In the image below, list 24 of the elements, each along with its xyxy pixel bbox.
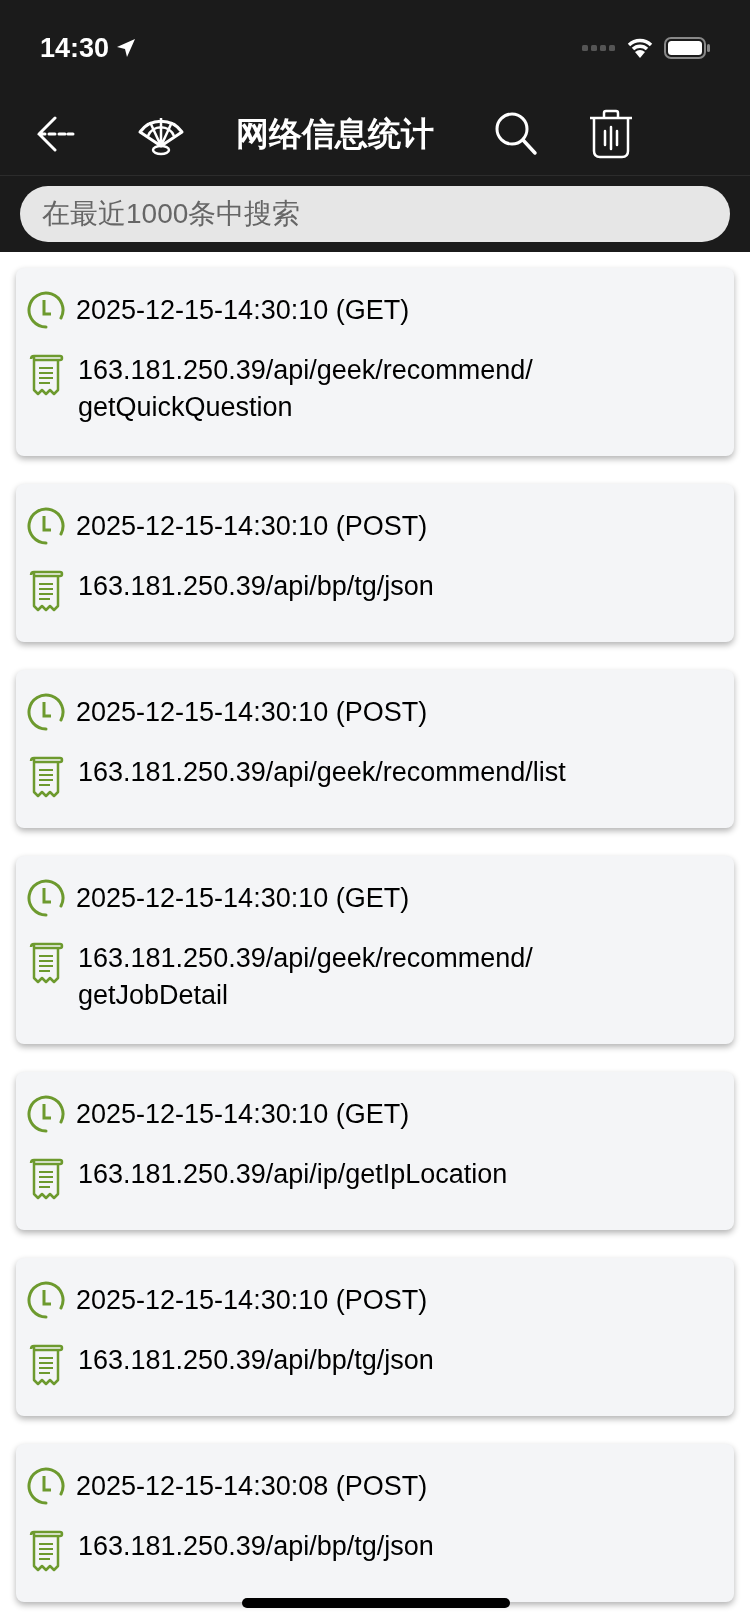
request-url: 163.181.250.39/api/ip/getIpLocation xyxy=(78,1158,508,1191)
request-time: 2025-12-15-14:30:08 (POST) xyxy=(76,1470,428,1503)
request-time: 2025-12-15-14:30:10 (POST) xyxy=(76,510,428,543)
request-time: 2025-12-15-14:30:10 (POST) xyxy=(76,696,428,729)
request-time: 2025-12-15-14:30:10 (GET) xyxy=(76,1098,410,1131)
request-url: 163.181.250.39/api/bp/tg/json xyxy=(78,570,434,603)
request-url: 163.181.250.39/api/bp/tg/json xyxy=(78,1344,434,1377)
request-card[interactable]: 2025-12-15-14:30:10 (POST) 163.181.250.39/api/geek/recommend/list xyxy=(16,670,734,828)
request-card[interactable]: 2025-12-15-14:30:10 (GET) 163.181.250.39/api/geek/recommend/ getJobDetail xyxy=(16,856,734,1044)
request-time: 2025-12-15-14:30:10 (GET) xyxy=(76,882,410,915)
request-card[interactable]: 2025-12-15-14:30:10 (POST) 163.181.250.39/api/bp/tg/json xyxy=(16,484,734,642)
request-time: 2025-12-15-14:30:10 (POST) xyxy=(76,1284,428,1317)
request-card[interactable]: 2025-12-15-14:30:08 (POST) 163.181.250.39/api/bp/tg/json xyxy=(16,1444,734,1602)
request-url: 163.181.250.39/api/geek/recommend/ getQuickQuestion xyxy=(78,354,533,424)
status-time: 14:30 xyxy=(40,31,110,65)
request-url: 163.181.250.39/api/bp/tg/json xyxy=(78,1530,434,1563)
request-card[interactable]: 2025-12-15-14:30:10 (GET) 163.181.250.39/api/geek/recommend/ getQuickQuestion xyxy=(16,268,734,456)
request-card[interactable]: 2025-12-15-14:30:10 (GET) 163.181.250.39/api/ip/getIpLocation xyxy=(16,1072,734,1230)
search-field[interactable]: 在最近1000条中搜索 xyxy=(20,186,730,242)
request-card[interactable]: 2025-12-15-14:30:10 (POST) 163.181.250.39/api/bp/tg/json xyxy=(16,1258,734,1416)
request-time: 2025-12-15-14:30:10 (GET) xyxy=(76,294,410,327)
page-title: 网络信息统计 xyxy=(236,113,434,154)
request-url: 163.181.250.39/api/geek/recommend/ getJobDetail xyxy=(78,942,533,1012)
request-url: 163.181.250.39/api/geek/recommend/list xyxy=(78,756,566,789)
